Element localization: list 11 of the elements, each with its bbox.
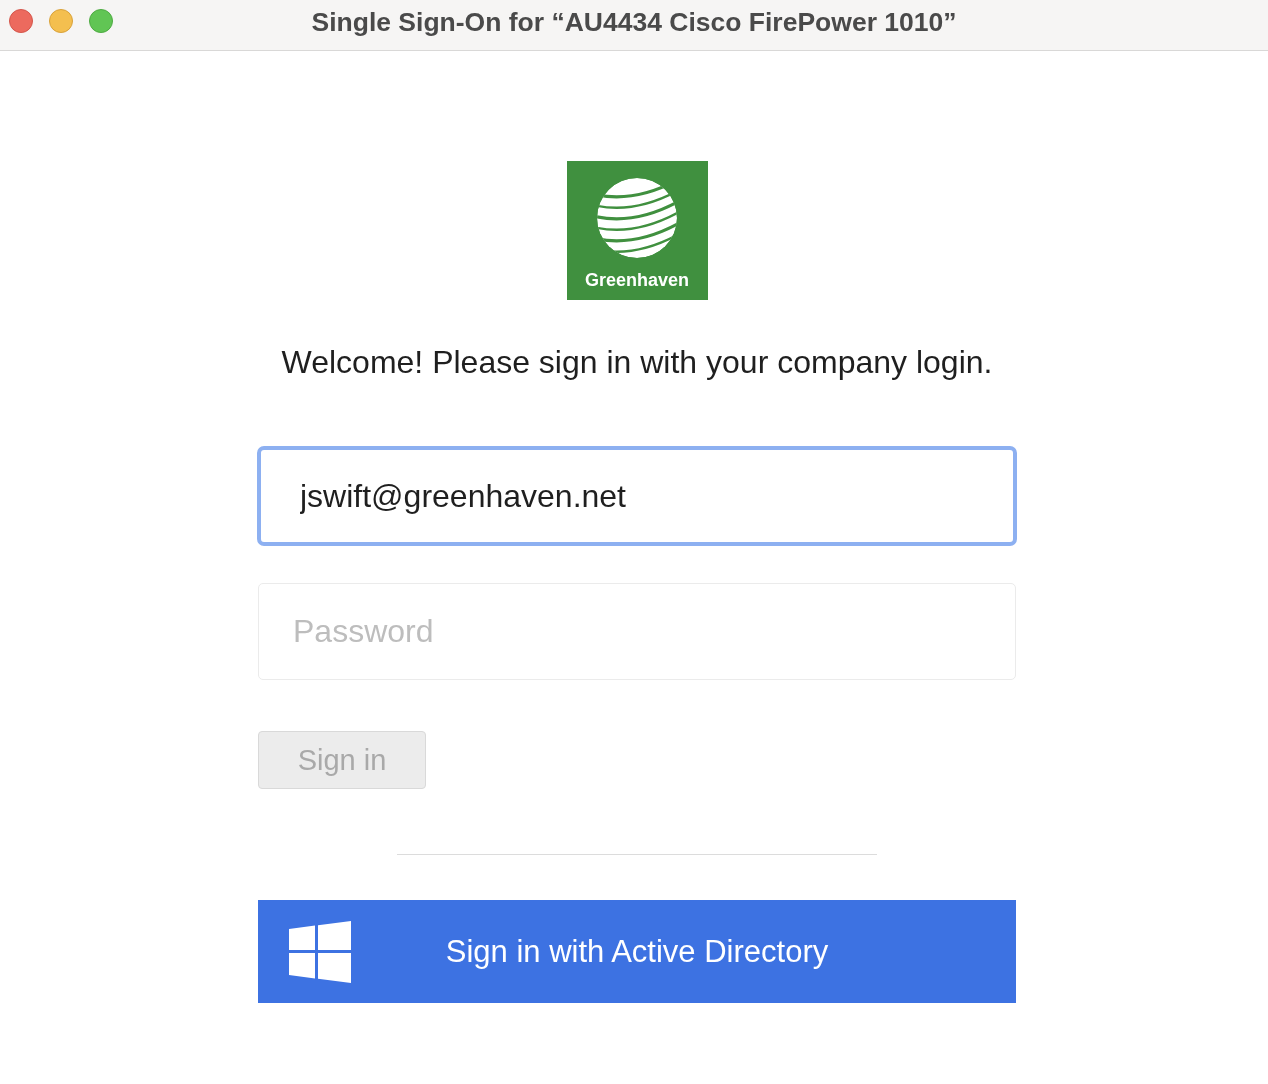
close-button[interactable] <box>9 9 33 33</box>
striped-globe-icon <box>597 178 677 258</box>
welcome-text: Welcome! Please sign in with your company login. <box>281 343 993 382</box>
logo-text: Greenhaven <box>584 269 689 291</box>
minimize-button[interactable] <box>49 9 73 33</box>
windows-logo-icon <box>289 920 351 983</box>
window-title: Single Sign-On for “AU4434 Cisco FirePower 1010” <box>311 6 957 38</box>
email-field[interactable]: jswift@greenhaven.net <box>257 446 1017 546</box>
maximize-button[interactable] <box>89 9 113 33</box>
password-field[interactable]: Password <box>258 583 1016 680</box>
active-directory-button[interactable]: Sign in with Active Directory <box>258 900 1016 1003</box>
